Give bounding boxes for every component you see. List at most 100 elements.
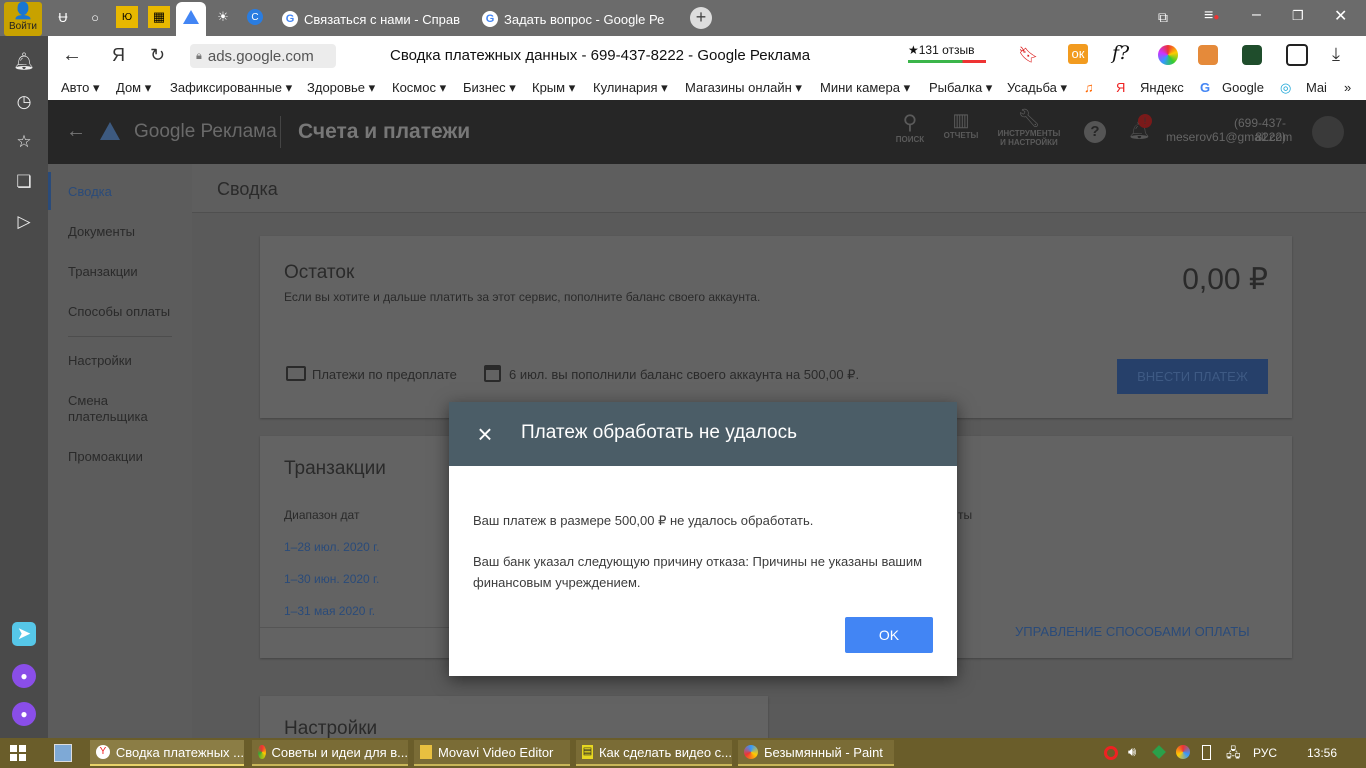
pinned-tab-1[interactable]: Ʉ xyxy=(52,6,74,28)
make-payment-button[interactable]: ВНЕСТИ ПЛАТЕЖ xyxy=(1117,359,1268,394)
notifications-icon[interactable]: 🔔︎! xyxy=(1128,114,1152,141)
language-indicator[interactable]: РУС xyxy=(1253,746,1277,760)
tabs-list-icon[interactable]: ⧉ xyxy=(1158,9,1168,26)
google-icon: G xyxy=(482,11,498,27)
taskbar-item-video-guide[interactable]: ▤ Как сделать видео с... xyxy=(576,740,732,766)
header-reports[interactable]: ▥ ОТЧЕТЫ xyxy=(940,110,982,140)
nav-summary[interactable]: Сводка xyxy=(68,184,112,199)
bookmark-cooking[interactable]: Кулинария ▾ xyxy=(593,80,668,96)
active-tab-ads[interactable] xyxy=(176,2,206,36)
pinned-tab-3[interactable]: Ю xyxy=(116,6,138,28)
tray-icon-2[interactable] xyxy=(1176,745,1190,759)
bookmark-minicam[interactable]: Мини камера ▾ xyxy=(820,80,910,96)
pinned-tab-2[interactable]: ○ xyxy=(84,6,106,28)
bookmark-google[interactable]: Google xyxy=(1222,80,1264,95)
yandex-icon[interactable]: Я xyxy=(112,45,125,66)
nav-change-payer[interactable]: Смена плательщика xyxy=(68,393,148,425)
yandex-browser-icon: Y xyxy=(96,745,110,759)
pinned-tab-5[interactable]: ☀ xyxy=(212,6,234,28)
music-icon[interactable]: ♫ xyxy=(1084,80,1094,95)
ads-header: ← Google Реклама Счета и платежи ⚲ ПОИСК… xyxy=(48,100,1366,164)
date-range-link[interactable]: 1–31 мая 2020 г. xyxy=(284,604,375,618)
bell-icon[interactable]: 🔔︎ xyxy=(12,50,36,74)
nav-transactions[interactable]: Транзакции xyxy=(68,264,138,279)
restore-icon[interactable]: ❐ xyxy=(1292,8,1304,24)
volume-icon[interactable]: 🔊︎ xyxy=(1128,744,1136,760)
taskbar-item-browser[interactable]: Y Сводка платежных ... xyxy=(90,740,244,766)
payment-failed-dialog: × Платеж обработать не удалось Ваш плате… xyxy=(449,402,957,676)
bookmark-crimea[interactable]: Крым ▾ xyxy=(532,80,575,96)
bookmark-mail[interactable]: Mai xyxy=(1306,80,1327,95)
help-icon[interactable]: ? xyxy=(1084,121,1106,143)
taskbar-item-movavi[interactable]: Movavi Video Editor xyxy=(414,740,570,766)
menu-icon[interactable]: ≡● xyxy=(1204,7,1219,25)
ok-icon[interactable]: ок xyxy=(1068,44,1088,64)
history-icon[interactable]: ◷ xyxy=(12,90,36,114)
minimize-icon[interactable]: – xyxy=(1252,6,1261,24)
bookmark-home[interactable]: Дом ▾ xyxy=(116,80,151,96)
bookmark-business[interactable]: Бизнес ▾ xyxy=(463,80,516,96)
color-wheel-icon[interactable] xyxy=(1158,45,1178,65)
pinned-tab-6[interactable]: C xyxy=(244,6,266,28)
paint-icon xyxy=(744,745,758,759)
nav-payment-methods[interactable]: Способы оплаты xyxy=(68,304,170,319)
collections-icon[interactable]: ❏ xyxy=(12,170,36,194)
new-tab-button[interactable]: + xyxy=(690,7,712,29)
taskbar-item-paint[interactable]: Безымянный - Paint xyxy=(738,740,894,766)
extension-icon-1[interactable] xyxy=(1198,45,1218,65)
pinned-tab-4[interactable]: ▦ xyxy=(148,6,170,28)
extension-icon-2[interactable] xyxy=(1242,45,1262,65)
bookmark-yandex[interactable]: Яндекс xyxy=(1140,80,1184,95)
date-range-link[interactable]: 1–28 июл. 2020 г. xyxy=(284,540,379,554)
header-tools[interactable]: 🔧︎ ИНСТРУМЕНТЫ И НАСТРОЙКИ xyxy=(994,108,1064,147)
bookmark-health[interactable]: Здоровье ▾ xyxy=(307,80,375,96)
bookmark-shops[interactable]: Магазины онлайн ▾ xyxy=(685,80,802,96)
balance-amount: 0,00 ₽ xyxy=(1182,263,1268,296)
login-button[interactable]: 👤 Войти xyxy=(4,2,42,36)
translate-icon[interactable] xyxy=(1286,44,1308,66)
messenger-icon[interactable]: ➤ xyxy=(12,622,36,646)
network-icon[interactable]: 🖧︎ xyxy=(1226,744,1241,766)
star-icon[interactable]: ☆ xyxy=(12,130,36,154)
back-arrow-icon[interactable]: ← xyxy=(66,120,86,143)
reviews-badge[interactable]: ★131 отзыв xyxy=(908,43,988,69)
windows-start-icon[interactable] xyxy=(10,745,26,761)
more-bookmarks-icon[interactable]: » xyxy=(1344,80,1351,95)
nav-promotions[interactable]: Промоакции xyxy=(68,449,143,464)
nav-settings[interactable]: Настройки xyxy=(68,353,132,368)
reload-icon[interactable]: ↻ xyxy=(150,45,165,66)
assistant-icon[interactable]: ● xyxy=(12,702,36,726)
battery-icon[interactable] xyxy=(1202,745,1211,760)
date-range-link[interactable]: 1–30 июн. 2020 г. xyxy=(284,572,379,586)
address-bar[interactable]: 🔒︎ ads.google.com xyxy=(190,44,336,68)
nav-documents[interactable]: Документы xyxy=(68,224,135,239)
opera-icon[interactable] xyxy=(1104,746,1118,760)
close-icon[interactable]: × xyxy=(471,420,499,448)
bookmark-icon[interactable]: 🔖︎ xyxy=(1018,45,1038,65)
formula-icon[interactable]: f? xyxy=(1112,42,1129,64)
bookmark-pinned[interactable]: Зафиксированные ▾ xyxy=(170,80,292,96)
tab-ask-question[interactable]: G Задать вопрос - Google Ре xyxy=(482,4,672,34)
browser-sidebar: 🔔︎ ◷ ☆ ❏ ▷ ➤ ● ● xyxy=(0,36,48,738)
avatar[interactable] xyxy=(1312,116,1344,148)
bookmark-fishing[interactable]: Рыбалка ▾ xyxy=(929,80,992,96)
nav-active-indicator xyxy=(48,172,51,210)
ok-button[interactable]: OK xyxy=(845,617,933,653)
bookmark-estate[interactable]: Усадьба ▾ xyxy=(1007,80,1067,96)
bookmark-space[interactable]: Космос ▾ xyxy=(392,80,446,96)
file-explorer-icon[interactable] xyxy=(54,744,72,762)
bookmark-auto[interactable]: Авто ▾ xyxy=(61,80,99,96)
tray-icon-1[interactable] xyxy=(1152,745,1166,759)
header-search[interactable]: ⚲ ПОИСК xyxy=(890,110,930,144)
manage-payment-methods-link[interactable]: УПРАВЛЕНИЕ СПОСОБАМИ ОПЛАТЫ xyxy=(1015,624,1250,639)
back-icon[interactable]: ← xyxy=(62,44,82,67)
tab-contact-us[interactable]: G Связаться с нами - Справ xyxy=(282,4,472,34)
play-icon[interactable]: ▷ xyxy=(12,210,36,234)
browser-toolbar: ← Я ↻ 🔒︎ ads.google.com Сводка платежных… xyxy=(48,36,1366,76)
download-icon[interactable]: ⤓ xyxy=(1332,44,1340,65)
dialog-message-reason: Ваш банк указал следующую причину отказа… xyxy=(473,554,923,590)
taskbar-item-chrome[interactable]: Советы и идеи для в... xyxy=(252,740,408,766)
alice-icon[interactable]: ● xyxy=(12,664,36,688)
close-window-icon[interactable]: ✕ xyxy=(1334,6,1347,26)
clock[interactable]: 13:56 xyxy=(1307,746,1337,760)
